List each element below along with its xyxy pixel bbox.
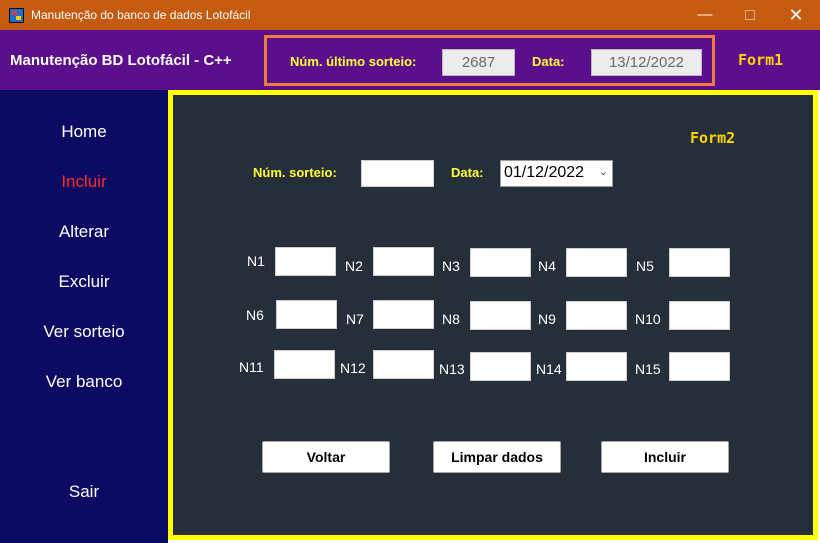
number-input-n8[interactable] [470, 301, 531, 330]
number-input-n9[interactable] [566, 301, 627, 330]
number-label-n12: N12 [340, 360, 366, 376]
window-titlebar: Manutenção do banco de dados Lotofácil —… [0, 0, 820, 30]
minimize-button[interactable]: — [682, 0, 728, 30]
last-draw-field[interactable]: 2687 [442, 49, 515, 76]
number-input-n4[interactable] [566, 248, 627, 277]
draw-number-input[interactable] [361, 160, 434, 187]
number-label-n8: N8 [442, 311, 460, 327]
maximize-icon [745, 10, 755, 21]
number-input-n13[interactable] [470, 352, 531, 381]
maximize-button[interactable] [727, 0, 773, 30]
number-input-n2[interactable] [373, 247, 434, 276]
sidebar-item-incluir[interactable]: Incluir [0, 172, 168, 192]
last-draw-date-label: Data: [532, 54, 565, 69]
number-label-n10: N10 [635, 311, 661, 327]
chevron-down-icon[interactable]: ⌄ [599, 165, 608, 178]
number-label-n11: N11 [239, 359, 264, 375]
back-button[interactable]: Voltar [262, 441, 390, 473]
draw-date-picker[interactable]: 01/12/2022 ⌄ [500, 160, 613, 187]
number-input-n12[interactable] [373, 350, 434, 379]
number-input-n10[interactable] [669, 301, 730, 330]
number-label-n7: N7 [346, 311, 364, 327]
sidebar-item-alterar[interactable]: Alterar [0, 222, 168, 242]
number-input-n7[interactable] [373, 300, 434, 329]
close-button[interactable]: ✕ [773, 0, 819, 30]
app-heading: Manutenção BD Lotofácil - C++ [10, 52, 232, 69]
number-label-n5: N5 [636, 258, 654, 274]
number-label-n13: N13 [439, 361, 465, 377]
sidebar: Home Incluir Alterar Excluir Ver sorteio… [0, 90, 168, 543]
sidebar-item-sair[interactable]: Sair [0, 482, 168, 502]
last-draw-label: Núm. último sorteio: [290, 54, 417, 69]
draw-date-value: 01/12/2022 [504, 164, 585, 181]
sidebar-item-home[interactable]: Home [0, 122, 168, 142]
form1-header: Manutenção BD Lotofácil - C++ Núm. últim… [0, 30, 820, 90]
draw-date-label: Data: [451, 165, 484, 180]
sidebar-item-ver-banco[interactable]: Ver banco [0, 372, 168, 392]
sidebar-item-ver-sorteio[interactable]: Ver sorteio [0, 322, 168, 342]
number-input-n15[interactable] [669, 352, 730, 381]
clear-data-button[interactable]: Limpar dados [433, 441, 561, 473]
number-input-n5[interactable] [669, 248, 730, 277]
form2-tag: Form2 [690, 129, 736, 147]
number-input-n6[interactable] [276, 300, 337, 329]
number-label-n4: N4 [538, 258, 556, 274]
form1-tag: Form1 [738, 51, 784, 69]
sidebar-item-excluir[interactable]: Excluir [0, 272, 168, 292]
number-label-n14: N14 [536, 361, 562, 377]
number-input-n11[interactable] [274, 350, 335, 379]
draw-number-label: Núm. sorteio: [253, 165, 337, 180]
window-title: Manutenção do banco de dados Lotofácil [31, 8, 251, 22]
include-button[interactable]: Incluir [601, 441, 729, 473]
number-label-n3: N3 [442, 258, 460, 274]
number-input-n3[interactable] [470, 248, 531, 277]
number-input-n14[interactable] [566, 352, 627, 381]
number-input-n1[interactable] [275, 247, 336, 276]
number-label-n6: N6 [246, 307, 264, 323]
number-label-n2: N2 [345, 258, 363, 274]
number-label-n15: N15 [635, 361, 661, 377]
last-draw-date-field[interactable]: 13/12/2022 [591, 49, 702, 76]
number-label-n1: N1 [247, 253, 265, 269]
app-grid-icon [9, 8, 24, 23]
number-label-n9: N9 [538, 311, 556, 327]
